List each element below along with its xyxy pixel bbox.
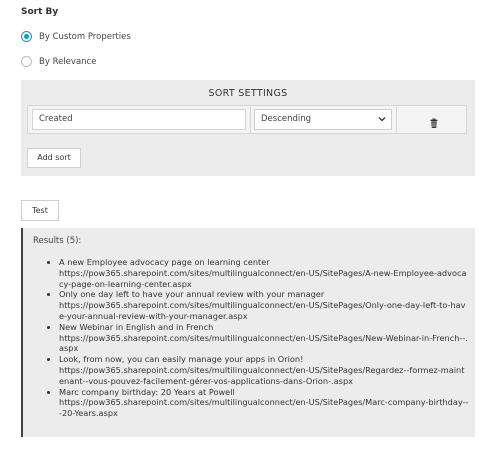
result-title: Marc company birthday: 20 Years at Powel… [59, 386, 235, 397]
sort-by-label: Sort By [21, 7, 59, 17]
sort-settings-title: SORT SETTINGS [208, 88, 288, 99]
result-title: Only one day left to have your annual re… [59, 289, 325, 300]
result-item: Only one day left to have your annual re… [59, 289, 469, 321]
chevron-down-icon [378, 110, 386, 137]
test-button[interactable]: Test [21, 200, 59, 221]
result-item: A new Employee advocacy page on learning… [59, 257, 469, 289]
sort-order-value: Descending [261, 114, 312, 124]
sort-settings-row: Created Descending [27, 105, 467, 134]
add-sort-button[interactable]: Add sort [27, 148, 81, 168]
radio-label: By Custom Properties [39, 31, 131, 42]
result-url[interactable]: https://pow365.sharepoint.com/sites/mult… [59, 333, 469, 355]
result-url[interactable]: https://pow365.sharepoint.com/sites/mult… [59, 300, 469, 322]
cell-divider [396, 106, 397, 133]
radio-label: By Relevance [39, 56, 97, 67]
sort-field-input[interactable]: Created [32, 109, 246, 130]
result-title: Look, from now, you can easily manage yo… [59, 354, 304, 365]
radio-by-custom-properties[interactable]: By Custom Properties [21, 31, 131, 42]
cell-divider [250, 106, 251, 133]
result-item: New Webinar in English and in French htt… [59, 322, 469, 354]
sort-order-select[interactable]: Descending [254, 109, 392, 130]
result-url[interactable]: https://pow365.sharepoint.com/sites/mult… [59, 268, 469, 290]
result-url[interactable]: https://pow365.sharepoint.com/sites/mult… [59, 365, 469, 387]
results-header: Results (5): [33, 236, 82, 246]
result-title: A new Employee advocacy page on learning… [59, 257, 270, 267]
result-item: Look, from now, you can easily manage yo… [59, 354, 469, 386]
result-title: New Webinar in English and in French [59, 321, 214, 332]
radio-button-unchecked[interactable] [21, 56, 32, 67]
results-list: A new Employee advocacy page on learning… [33, 257, 469, 419]
trash-icon[interactable] [429, 114, 439, 128]
sort-settings-panel: SORT SETTINGS Created Descending Add sor… [21, 80, 475, 176]
results-panel: Results (5): A new Employee advocacy pag… [21, 228, 475, 437]
result-url[interactable]: https://pow365.sharepoint.com/sites/mult… [59, 397, 469, 419]
radio-by-relevance[interactable]: By Relevance [21, 56, 96, 67]
result-item: Marc company birthday: 20 Years at Powel… [59, 387, 469, 419]
radio-button-checked[interactable] [21, 31, 32, 42]
